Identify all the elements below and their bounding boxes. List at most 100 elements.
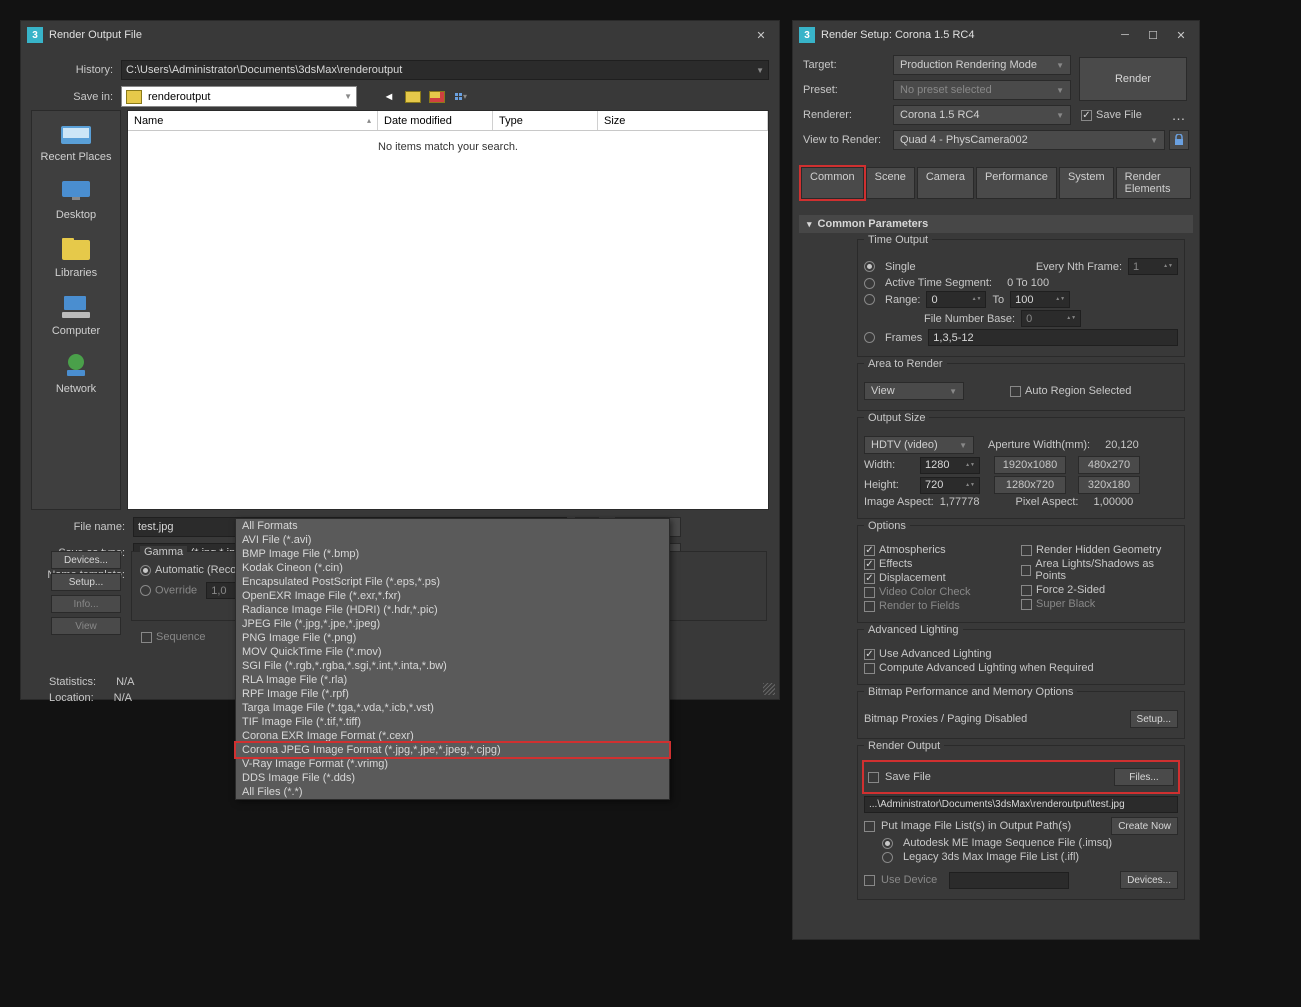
displacement-checkbox[interactable] bbox=[864, 573, 875, 584]
compute-adv-lighting-checkbox[interactable] bbox=[864, 663, 875, 674]
output-path-input[interactable]: ...\Administrator\Documents\3dsMax\rende… bbox=[864, 796, 1178, 813]
minimize-icon[interactable]: ─ bbox=[1113, 26, 1137, 44]
preset-1280x720[interactable]: 1280x720 bbox=[994, 476, 1066, 494]
single-radio[interactable] bbox=[864, 261, 875, 272]
filetype-option[interactable]: Corona EXR Image Format (*.cexr) bbox=[236, 729, 669, 743]
filetype-option[interactable]: RPF Image File (*.rpf) bbox=[236, 687, 669, 701]
views-menu-icon[interactable]: ▾ bbox=[451, 87, 471, 107]
vcc-checkbox[interactable] bbox=[864, 587, 875, 598]
width-spinner[interactable]: 1280▲▼ bbox=[920, 457, 980, 474]
place-libraries[interactable]: Libraries bbox=[55, 235, 97, 279]
rhg-checkbox[interactable] bbox=[1021, 545, 1032, 556]
place-network[interactable]: Network bbox=[56, 351, 96, 395]
filetype-option[interactable]: PNG Image File (*.png) bbox=[236, 631, 669, 645]
tab-render-elements[interactable]: Render Elements bbox=[1116, 167, 1191, 199]
height-spinner[interactable]: 720▲▼ bbox=[920, 477, 980, 494]
viewrender-dropdown[interactable]: Quad 4 - PhysCamera002▼ bbox=[893, 130, 1165, 150]
preset-480x270[interactable]: 480x270 bbox=[1078, 456, 1140, 474]
new-folder-icon[interactable] bbox=[427, 87, 447, 107]
sequence-checkbox[interactable] bbox=[141, 632, 152, 643]
place-computer[interactable]: Computer bbox=[52, 293, 100, 337]
close-icon[interactable]: ✕ bbox=[1169, 26, 1193, 44]
col-name[interactable]: Name▴ bbox=[128, 111, 378, 130]
tab-camera[interactable]: Camera bbox=[917, 167, 974, 199]
devices-button[interactable]: Devices... bbox=[51, 551, 121, 569]
usedevice-checkbox[interactable] bbox=[864, 875, 875, 886]
col-size[interactable]: Size bbox=[598, 111, 768, 130]
file-list[interactable]: Name▴ Date modified Type Size No items m… bbox=[127, 110, 769, 510]
f2s-checkbox[interactable] bbox=[1021, 585, 1032, 596]
setup-button[interactable]: Setup... bbox=[51, 573, 121, 591]
gamma-auto-radio[interactable] bbox=[140, 565, 151, 576]
resize-grip[interactable] bbox=[763, 683, 775, 695]
sb-checkbox[interactable] bbox=[1021, 599, 1032, 610]
tab-common[interactable]: Common bbox=[801, 167, 864, 199]
ro-devices-button[interactable]: Devices... bbox=[1120, 871, 1178, 889]
frames-input[interactable]: 1,3,5-12 bbox=[928, 329, 1178, 346]
maximize-icon[interactable]: ☐ bbox=[1141, 26, 1165, 44]
ifl-radio[interactable] bbox=[882, 852, 893, 863]
filetype-option[interactable]: SGI File (*.rgb,*.rgba,*.sgi,*.int,*.int… bbox=[236, 659, 669, 673]
render-button[interactable]: Render bbox=[1079, 57, 1187, 101]
rtf-checkbox[interactable] bbox=[864, 601, 875, 612]
rollup-common-parameters[interactable]: ▾Common Parameters bbox=[799, 215, 1193, 233]
filetype-option[interactable]: Encapsulated PostScript File (*.eps,*.ps… bbox=[236, 575, 669, 589]
place-recent[interactable]: Recent Places bbox=[41, 119, 112, 163]
tab-system[interactable]: System bbox=[1059, 167, 1114, 199]
auto-region-checkbox[interactable] bbox=[1010, 386, 1021, 397]
preset-dropdown[interactable]: No preset selected▼ bbox=[893, 80, 1071, 100]
filetype-option[interactable]: RLA Image File (*.rla) bbox=[236, 673, 669, 687]
col-type[interactable]: Type bbox=[493, 111, 598, 130]
filetype-option[interactable]: V-Ray Image Format (*.vrimg) bbox=[236, 757, 669, 771]
tab-performance[interactable]: Performance bbox=[976, 167, 1057, 199]
filetype-option[interactable]: Kodak Cineon (*.cin) bbox=[236, 561, 669, 575]
filetype-option[interactable]: AVI File (*.avi) bbox=[236, 533, 669, 547]
fnb-spinner[interactable]: 0▲▼ bbox=[1021, 310, 1081, 327]
area-dropdown[interactable]: View▼ bbox=[864, 382, 964, 400]
range-from-spinner[interactable]: 0▲▼ bbox=[926, 291, 986, 308]
create-now-button[interactable]: Create Now bbox=[1111, 817, 1178, 835]
ats-radio[interactable] bbox=[864, 278, 875, 289]
frames-radio[interactable] bbox=[864, 332, 875, 343]
savefile-checkbox[interactable] bbox=[1081, 110, 1092, 121]
preset-320x180[interactable]: 320x180 bbox=[1078, 476, 1140, 494]
range-radio[interactable] bbox=[864, 294, 875, 305]
info-button[interactable]: Info... bbox=[51, 595, 121, 613]
filetype-option[interactable]: DDS Image File (*.dds) bbox=[236, 771, 669, 785]
filetype-option[interactable]: MOV QuickTime File (*.mov) bbox=[236, 645, 669, 659]
ro-savefile-checkbox[interactable] bbox=[868, 772, 879, 783]
device-input[interactable] bbox=[949, 872, 1069, 889]
view-button[interactable]: View bbox=[51, 617, 121, 635]
output-preset-dropdown[interactable]: HDTV (video)▼ bbox=[864, 436, 974, 454]
gamma-override-radio[interactable] bbox=[140, 585, 151, 596]
filetype-option[interactable]: Radiance Image File (HDRI) (*.hdr,*.pic) bbox=[236, 603, 669, 617]
place-desktop[interactable]: Desktop bbox=[56, 177, 96, 221]
filetype-option[interactable]: OpenEXR Image File (*.exr,*.fxr) bbox=[236, 589, 669, 603]
filetype-option[interactable]: TIF Image File (*.tif,*.tiff) bbox=[236, 715, 669, 729]
col-date[interactable]: Date modified bbox=[378, 111, 493, 130]
up-folder-icon[interactable] bbox=[403, 87, 423, 107]
renderer-dropdown[interactable]: Corona 1.5 RC4▼ bbox=[893, 105, 1071, 125]
preset-1920x1080[interactable]: 1920x1080 bbox=[994, 456, 1066, 474]
filetype-option[interactable]: All Files (*.*) bbox=[236, 785, 669, 799]
use-adv-lighting-checkbox[interactable] bbox=[864, 649, 875, 660]
effects-checkbox[interactable] bbox=[864, 559, 875, 570]
tab-scene[interactable]: Scene bbox=[866, 167, 915, 199]
als-checkbox[interactable] bbox=[1021, 565, 1031, 576]
renderer-more-icon[interactable]: … bbox=[1169, 107, 1189, 123]
filetype-option[interactable]: All Formats bbox=[236, 519, 669, 533]
filetype-option[interactable]: JPEG File (*.jpg,*.jpe,*.jpeg) bbox=[236, 617, 669, 631]
history-dropdown[interactable]: C:\Users\Administrator\Documents\3dsMax\… bbox=[121, 60, 769, 80]
savein-dropdown[interactable]: renderoutput ▼ bbox=[121, 86, 357, 107]
atmospherics-checkbox[interactable] bbox=[864, 545, 875, 556]
files-button[interactable]: Files... bbox=[1114, 768, 1174, 786]
nth-spinner[interactable]: 1▲▼ bbox=[1128, 258, 1178, 275]
lock-icon[interactable] bbox=[1169, 130, 1189, 150]
bitmap-setup-button[interactable]: Setup... bbox=[1130, 710, 1178, 728]
back-icon[interactable]: ◄ bbox=[379, 87, 399, 107]
range-to-spinner[interactable]: 100▲▼ bbox=[1010, 291, 1070, 308]
filetype-option[interactable]: Targa Image File (*.tga,*.vda,*.icb,*.vs… bbox=[236, 701, 669, 715]
target-dropdown[interactable]: Production Rendering Mode▼ bbox=[893, 55, 1071, 75]
put-list-checkbox[interactable] bbox=[864, 821, 875, 832]
close-icon[interactable]: ✕ bbox=[749, 26, 773, 44]
